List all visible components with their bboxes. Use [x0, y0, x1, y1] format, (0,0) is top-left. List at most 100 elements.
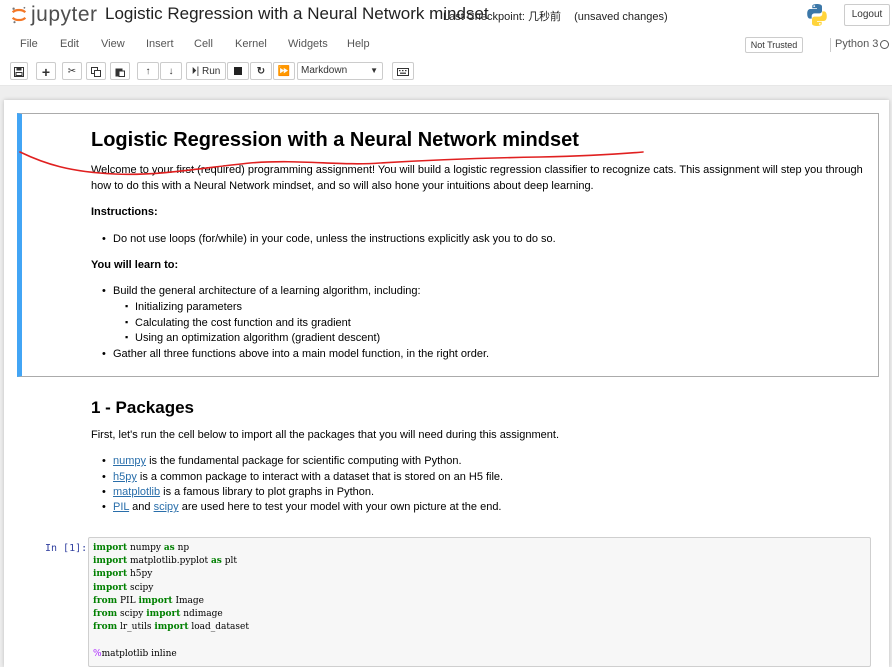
cut-button[interactable]: ✂ [62, 62, 82, 80]
paste-button[interactable] [110, 62, 130, 80]
package-item: numpy is the fundamental package for sci… [102, 455, 462, 467]
menu-insert[interactable]: Insert [146, 38, 174, 50]
intro-paragraph-line-1: Welcome to your first (required) program… [91, 164, 863, 176]
keyboard-icon [397, 68, 409, 76]
code-keyword: from [93, 622, 118, 633]
code-line: import h5py [93, 569, 152, 579]
input-prompt: In [1]: [45, 543, 88, 554]
learn-subitem: Calculating the cost function and its gr… [125, 317, 351, 329]
kernel-name[interactable]: Python 3 [835, 38, 878, 50]
code-keyword: as [210, 556, 222, 567]
learn-subitem: Using an optimization algorithm (gradien… [125, 332, 380, 344]
dropdown-caret-icon: ▼ [370, 66, 378, 75]
cell-type-select[interactable]: Markdown ▼ [297, 62, 383, 80]
package-description: is the fundamental package for scientifi… [146, 455, 462, 467]
trust-status-button[interactable]: Not Trusted [745, 37, 803, 53]
move-down-button[interactable]: ↓ [160, 62, 182, 80]
learn-item: Build the general architecture of a lear… [102, 285, 421, 297]
package-link-numpy[interactable]: numpy [113, 455, 146, 467]
menu-widgets[interactable]: Widgets [288, 38, 328, 50]
code-text: scipy [127, 582, 154, 593]
code-magic: % [93, 648, 102, 659]
package-description: is a common package to interact with a d… [136, 471, 504, 483]
kernel-idle-indicator-icon [880, 40, 889, 49]
package-description: are used here to test your model with yo… [178, 501, 502, 513]
code-text: np [174, 543, 190, 553]
menu-kernel[interactable]: Kernel [235, 38, 267, 50]
packages-heading: 1 - Packages [91, 398, 195, 417]
jupyter-logo-icon [11, 6, 27, 24]
package-link-scipy[interactable]: scipy [154, 501, 179, 513]
menu-file[interactable]: File [20, 38, 38, 50]
menu-help[interactable]: Help [347, 38, 370, 50]
interrupt-button[interactable] [227, 62, 249, 80]
learn-subitem: Initializing parameters [125, 301, 242, 313]
toolbar: + ✂ ↑ ↓ ⏵| Run ↻ ⏩ Markdown ▼ [0, 60, 892, 84]
stop-icon [234, 67, 242, 76]
python-logo-icon [807, 4, 827, 26]
menu-view[interactable]: View [101, 38, 125, 50]
menu-edit[interactable]: Edit [60, 38, 79, 50]
insert-cell-button[interactable]: + [36, 62, 56, 80]
package-link-matplotlib[interactable]: matplotlib [113, 486, 160, 498]
save-icon [14, 67, 24, 77]
checkpoint-time: 几秒前 [528, 11, 561, 23]
code-text: plt [221, 556, 237, 567]
jupyter-wordmark: jupyter [31, 3, 98, 26]
code-text: load_dataset [188, 622, 249, 633]
jupyter-logo[interactable]: jupyter [10, 3, 98, 27]
instructions-heading: Instructions: [91, 206, 158, 218]
run-icon: ⏵| [191, 66, 200, 77]
code-text: scipy [117, 609, 147, 619]
code-keyword: import [93, 569, 128, 580]
code-text: matplotlib inline [101, 648, 177, 659]
command-palette-button[interactable] [392, 62, 414, 80]
cell-type-value: Markdown [301, 65, 348, 76]
package-link-pil[interactable]: PIL [113, 501, 129, 513]
package-conjunction: and [129, 501, 154, 513]
run-button[interactable]: ⏵| Run [186, 62, 226, 80]
code-line: from PIL import Image [93, 596, 204, 606]
checkpoint-status: Last Checkpoint: 几秒前 (unsaved changes) [443, 8, 668, 24]
restart-button[interactable]: ↻ [250, 62, 272, 80]
code-keyword: as [163, 543, 175, 553]
checkpoint-label: Last Checkpoint: [443, 11, 525, 23]
code-cell-editor[interactable]: import numpy as np import matplotlib.pypl… [88, 537, 871, 667]
move-up-button[interactable]: ↑ [137, 62, 159, 80]
instruction-item: Do not use loops (for/while) in your cod… [102, 233, 556, 245]
code-keyword: import [154, 622, 189, 633]
notebook-title[interactable]: Logistic Regression with a Neural Networ… [105, 4, 489, 24]
package-link-h5py[interactable]: h5py [113, 471, 137, 483]
logout-button[interactable]: Logout [844, 4, 890, 26]
paste-icon [115, 68, 125, 77]
code-line: from scipy import ndimage [93, 609, 223, 619]
copy-button[interactable] [86, 62, 106, 80]
fast-forward-icon: ⏩ [277, 66, 291, 77]
code-text: numpy [127, 543, 164, 553]
add-cell-icon: + [41, 64, 51, 80]
code-line: import scipy [93, 583, 153, 593]
code-keyword: import [93, 582, 128, 593]
run-label: Run [202, 66, 221, 77]
learn-item: Gather all three functions above into a … [102, 348, 489, 360]
code-keyword: import [138, 595, 173, 606]
code-text: ndimage [180, 609, 223, 619]
copy-icon [91, 67, 101, 77]
intro-paragraph-line-2: how to do this with a Neural Network min… [91, 180, 594, 192]
code-keyword: from [93, 609, 118, 619]
code-keyword: import [146, 609, 181, 619]
code-line: import numpy as np [93, 543, 189, 553]
code-text: lr_utils [117, 622, 155, 633]
code-line: %matplotlib inline [93, 649, 177, 659]
code-keyword: from [93, 595, 118, 606]
menu-cell[interactable]: Cell [194, 38, 213, 50]
notebook-header: jupyter Logistic Regression with a Neura… [0, 0, 892, 86]
save-button[interactable] [10, 62, 28, 80]
code-keyword: import [93, 556, 128, 567]
move-up-icon: ↑ [145, 66, 151, 77]
package-description: is a famous library to plot graphs in Py… [160, 486, 375, 498]
code-text: matplotlib.pyplot [127, 556, 211, 567]
restart-run-all-button[interactable]: ⏩ [273, 62, 295, 80]
notebook-heading: Logistic Regression with a Neural Networ… [91, 129, 579, 151]
package-item: matplotlib is a famous library to plot g… [102, 486, 375, 498]
